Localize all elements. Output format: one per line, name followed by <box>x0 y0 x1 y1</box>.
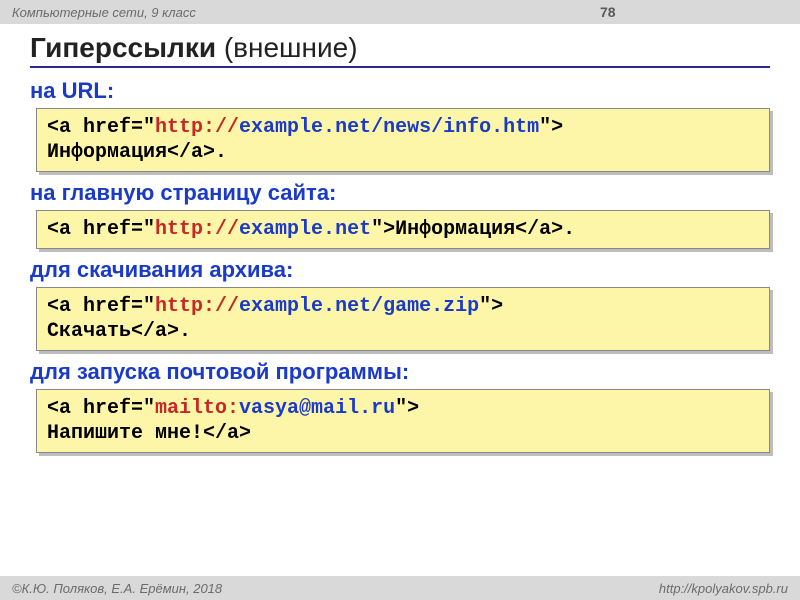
code-token: mailto: <box>155 397 239 420</box>
code-token: <a href=" <box>47 295 155 318</box>
code-token: http:// <box>155 295 239 318</box>
code-token: vasya@mail.ru <box>239 397 395 420</box>
title-rest: (внешние) <box>216 32 357 63</box>
slide-footer: ©К.Ю. Поляков, Е.А. Ерёмин, 2018 http://… <box>0 576 800 600</box>
section-label: для запуска почтовой программы: <box>30 359 770 385</box>
slide-title: Гиперссылки (внешние) <box>30 32 770 68</box>
code-token: example.net <box>239 218 371 241</box>
code-token: http:// <box>155 218 239 241</box>
section-label: на главную страницу сайта: <box>30 180 770 206</box>
title-bold: Гиперссылки <box>30 32 216 63</box>
slide-content: Гиперссылки (внешние) на URL:<a href="ht… <box>0 24 800 453</box>
code-token: example.net/news/info.htm <box>239 116 539 139</box>
code-block: <a href="http://example.net/game.zip"> С… <box>36 287 770 351</box>
code-block: <a href="http://example.net">Информация<… <box>36 210 770 249</box>
section-label: на URL: <box>30 78 770 104</box>
footer-url: http://kpolyakov.spb.ru <box>659 581 788 596</box>
code-token: example.net/game.zip <box>239 295 479 318</box>
code-token: <a href=" <box>47 116 155 139</box>
code-token: <a href=" <box>47 397 155 420</box>
code-block: <a href="mailto:vasya@mail.ru"> Напишите… <box>36 389 770 453</box>
code-token: http:// <box>155 116 239 139</box>
course-title: Компьютерные сети, 9 класс <box>12 5 196 20</box>
code-block: <a href="http://example.net/news/info.ht… <box>36 108 770 172</box>
code-token: <a href=" <box>47 218 155 241</box>
page-number: 78 <box>600 0 616 24</box>
footer-copyright: ©К.Ю. Поляков, Е.А. Ерёмин, 2018 <box>12 581 222 596</box>
slide-header: Компьютерные сети, 9 класс 78 <box>0 0 800 24</box>
code-token: ">Информация</a>. <box>371 218 575 241</box>
section-label: для скачивания архива: <box>30 257 770 283</box>
